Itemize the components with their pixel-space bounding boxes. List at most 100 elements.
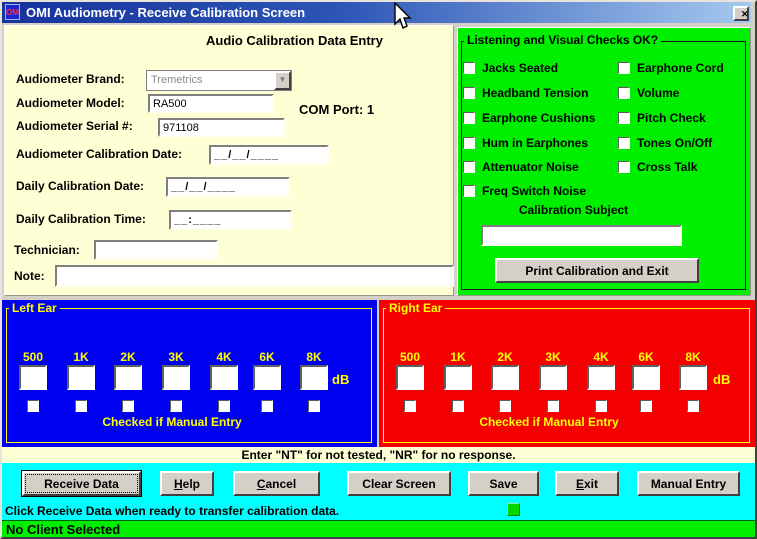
right-ear-3k-manual-checkbox[interactable] xyxy=(547,400,559,412)
model-input[interactable] xyxy=(148,94,274,113)
check-label: Pitch Check xyxy=(637,111,706,125)
right-ear-manual-entry-label: Checked if Manual Entry xyxy=(439,415,659,429)
audiometer-cal-date-input[interactable] xyxy=(209,145,329,165)
hum-in-earphones-checkbox[interactable] xyxy=(463,137,475,149)
brand-combobox[interactable]: Tremetrics ▼ xyxy=(146,70,292,91)
check-label: Freq Switch Noise xyxy=(482,184,586,198)
check-label: Tones On/Off xyxy=(637,136,712,150)
left-ear-2k-manual-checkbox[interactable] xyxy=(122,400,134,412)
left-ear-6k-db-input[interactable] xyxy=(253,365,281,390)
check-item-earphone-cord: Earphone Cord xyxy=(618,59,724,73)
left-ear-2k-db-input[interactable] xyxy=(114,365,142,390)
check-item-attenuator-noise: Attenuator Noise xyxy=(463,158,579,172)
action-button-bar: Receive Data Help Cancel Clear Screen Sa… xyxy=(2,463,755,520)
right-ear-500-manual-checkbox[interactable] xyxy=(404,400,416,412)
right-ear-4k-db-input[interactable] xyxy=(587,365,615,390)
button-text: ancel xyxy=(265,477,296,491)
left-ear-8k-manual-checkbox[interactable] xyxy=(308,400,320,412)
headband-tension-checkbox[interactable] xyxy=(463,87,475,99)
right-ear-8k-manual-checkbox[interactable] xyxy=(687,400,699,412)
button-text: E xyxy=(576,477,584,491)
check-label: Earphone Cord xyxy=(637,61,724,75)
check-item-pitch-check: Pitch Check xyxy=(618,109,706,123)
volume-checkbox[interactable] xyxy=(618,87,630,99)
save-button[interactable]: Save xyxy=(468,471,539,496)
attenuator-noise-checkbox[interactable] xyxy=(463,161,475,173)
client-status-text: No Client Selected xyxy=(6,522,120,537)
check-label: Cross Talk xyxy=(637,160,697,174)
left-ear-3k-db-input[interactable] xyxy=(162,365,190,390)
right-ear-db-label: dB xyxy=(713,372,730,387)
left-ear-1k-manual-checkbox[interactable] xyxy=(75,400,87,412)
receive-data-button[interactable]: Receive Data xyxy=(22,471,141,496)
calibration-subject-input[interactable] xyxy=(481,225,682,246)
right-ear-1k-manual-checkbox[interactable] xyxy=(452,400,464,412)
button-text: Save xyxy=(489,477,517,491)
check-label: Hum in Earphones xyxy=(482,136,588,150)
right-ear-2k-manual-checkbox[interactable] xyxy=(499,400,511,412)
right-ear-6k-db-input[interactable] xyxy=(632,365,660,390)
right-ear-col-8k: 8K xyxy=(679,300,707,447)
tones-on-off-checkbox[interactable] xyxy=(618,137,630,149)
check-label: Attenuator Noise xyxy=(482,160,579,174)
jacks-seated-checkbox[interactable] xyxy=(463,62,475,74)
earphone-cord-checkbox[interactable] xyxy=(618,62,630,74)
note-input[interactable] xyxy=(55,265,454,287)
check-label: Volume xyxy=(637,86,679,100)
daily-cal-time-input[interactable] xyxy=(169,210,292,230)
daily-cal-time-label: Daily Calibration Time: xyxy=(16,212,146,226)
left-ear-title: Left Ear xyxy=(9,301,60,315)
app-icon: OM xyxy=(5,4,20,20)
manual-entry-button[interactable]: Manual Entry xyxy=(637,471,740,496)
left-ear-1k-db-input[interactable] xyxy=(67,365,95,390)
right-ear-8k-db-input[interactable] xyxy=(679,365,707,390)
left-ear-6k-manual-checkbox[interactable] xyxy=(261,400,273,412)
right-ear-4k-manual-checkbox[interactable] xyxy=(595,400,607,412)
nt-nr-instruction: Enter "NT" for not tested, "NR" for no r… xyxy=(2,447,755,463)
check-item-tones-on-off: Tones On/Off xyxy=(618,134,712,148)
button-text: elp xyxy=(183,477,200,491)
help-button[interactable]: Help xyxy=(160,471,214,496)
close-button[interactable]: ✕ xyxy=(733,6,749,21)
technician-label: Technician: xyxy=(14,243,80,257)
freq-label-6k: 6K xyxy=(253,350,281,364)
left-ear-500-db-input[interactable] xyxy=(19,365,47,390)
left-ear-3k-manual-checkbox[interactable] xyxy=(170,400,182,412)
freq-switch-noise-checkbox[interactable] xyxy=(463,185,475,197)
freq-label-2k: 2K xyxy=(114,350,142,364)
technician-input[interactable] xyxy=(94,240,218,260)
exit-button[interactable]: Exit xyxy=(555,471,619,496)
checks-group-title: Listening and Visual Checks OK? xyxy=(464,33,661,47)
brand-value: Tremetrics xyxy=(151,74,203,86)
cross-talk-checkbox[interactable] xyxy=(618,161,630,173)
note-label: Note: xyxy=(14,269,45,283)
left-ear-col-500: 500 xyxy=(19,300,47,447)
audiometer-cal-date-label: Audiometer Calibration Date: xyxy=(16,147,182,161)
page-title: Audio Calibration Data Entry xyxy=(206,33,383,48)
right-ear-6k-manual-checkbox[interactable] xyxy=(640,400,652,412)
right-ear-2k-db-input[interactable] xyxy=(491,365,519,390)
pitch-check-checkbox[interactable] xyxy=(618,112,630,124)
serial-input[interactable] xyxy=(158,118,285,137)
right-ear-1k-db-input[interactable] xyxy=(444,365,472,390)
right-ear-500-db-input[interactable] xyxy=(396,365,424,390)
ready-indicator-square xyxy=(507,503,520,516)
earphone-cushions-checkbox[interactable] xyxy=(463,112,475,124)
freq-label-4k: 4K xyxy=(210,350,238,364)
chevron-down-icon[interactable]: ▼ xyxy=(274,71,291,90)
left-ear-4k-manual-checkbox[interactable] xyxy=(218,400,230,412)
left-ear-8k-db-input[interactable] xyxy=(300,365,328,390)
cancel-button[interactable]: Cancel xyxy=(233,471,320,496)
freq-label-3k: 3K xyxy=(162,350,190,364)
freq-label-500: 500 xyxy=(19,350,47,364)
right-ear-3k-db-input[interactable] xyxy=(539,365,567,390)
clear-screen-button[interactable]: Clear Screen xyxy=(347,471,451,496)
check-item-hum-in-earphones: Hum in Earphones xyxy=(463,134,588,148)
model-label: Audiometer Model: xyxy=(16,96,125,110)
daily-cal-date-input[interactable] xyxy=(166,177,290,197)
window-title: OMI Audiometry - Receive Calibration Scr… xyxy=(26,2,305,23)
listening-checks-panel: Listening and Visual Checks OK? Jacks Se… xyxy=(457,27,751,296)
left-ear-4k-db-input[interactable] xyxy=(210,365,238,390)
left-ear-500-manual-checkbox[interactable] xyxy=(27,400,39,412)
print-calibration-exit-button[interactable]: Print Calibration and Exit xyxy=(495,258,699,283)
